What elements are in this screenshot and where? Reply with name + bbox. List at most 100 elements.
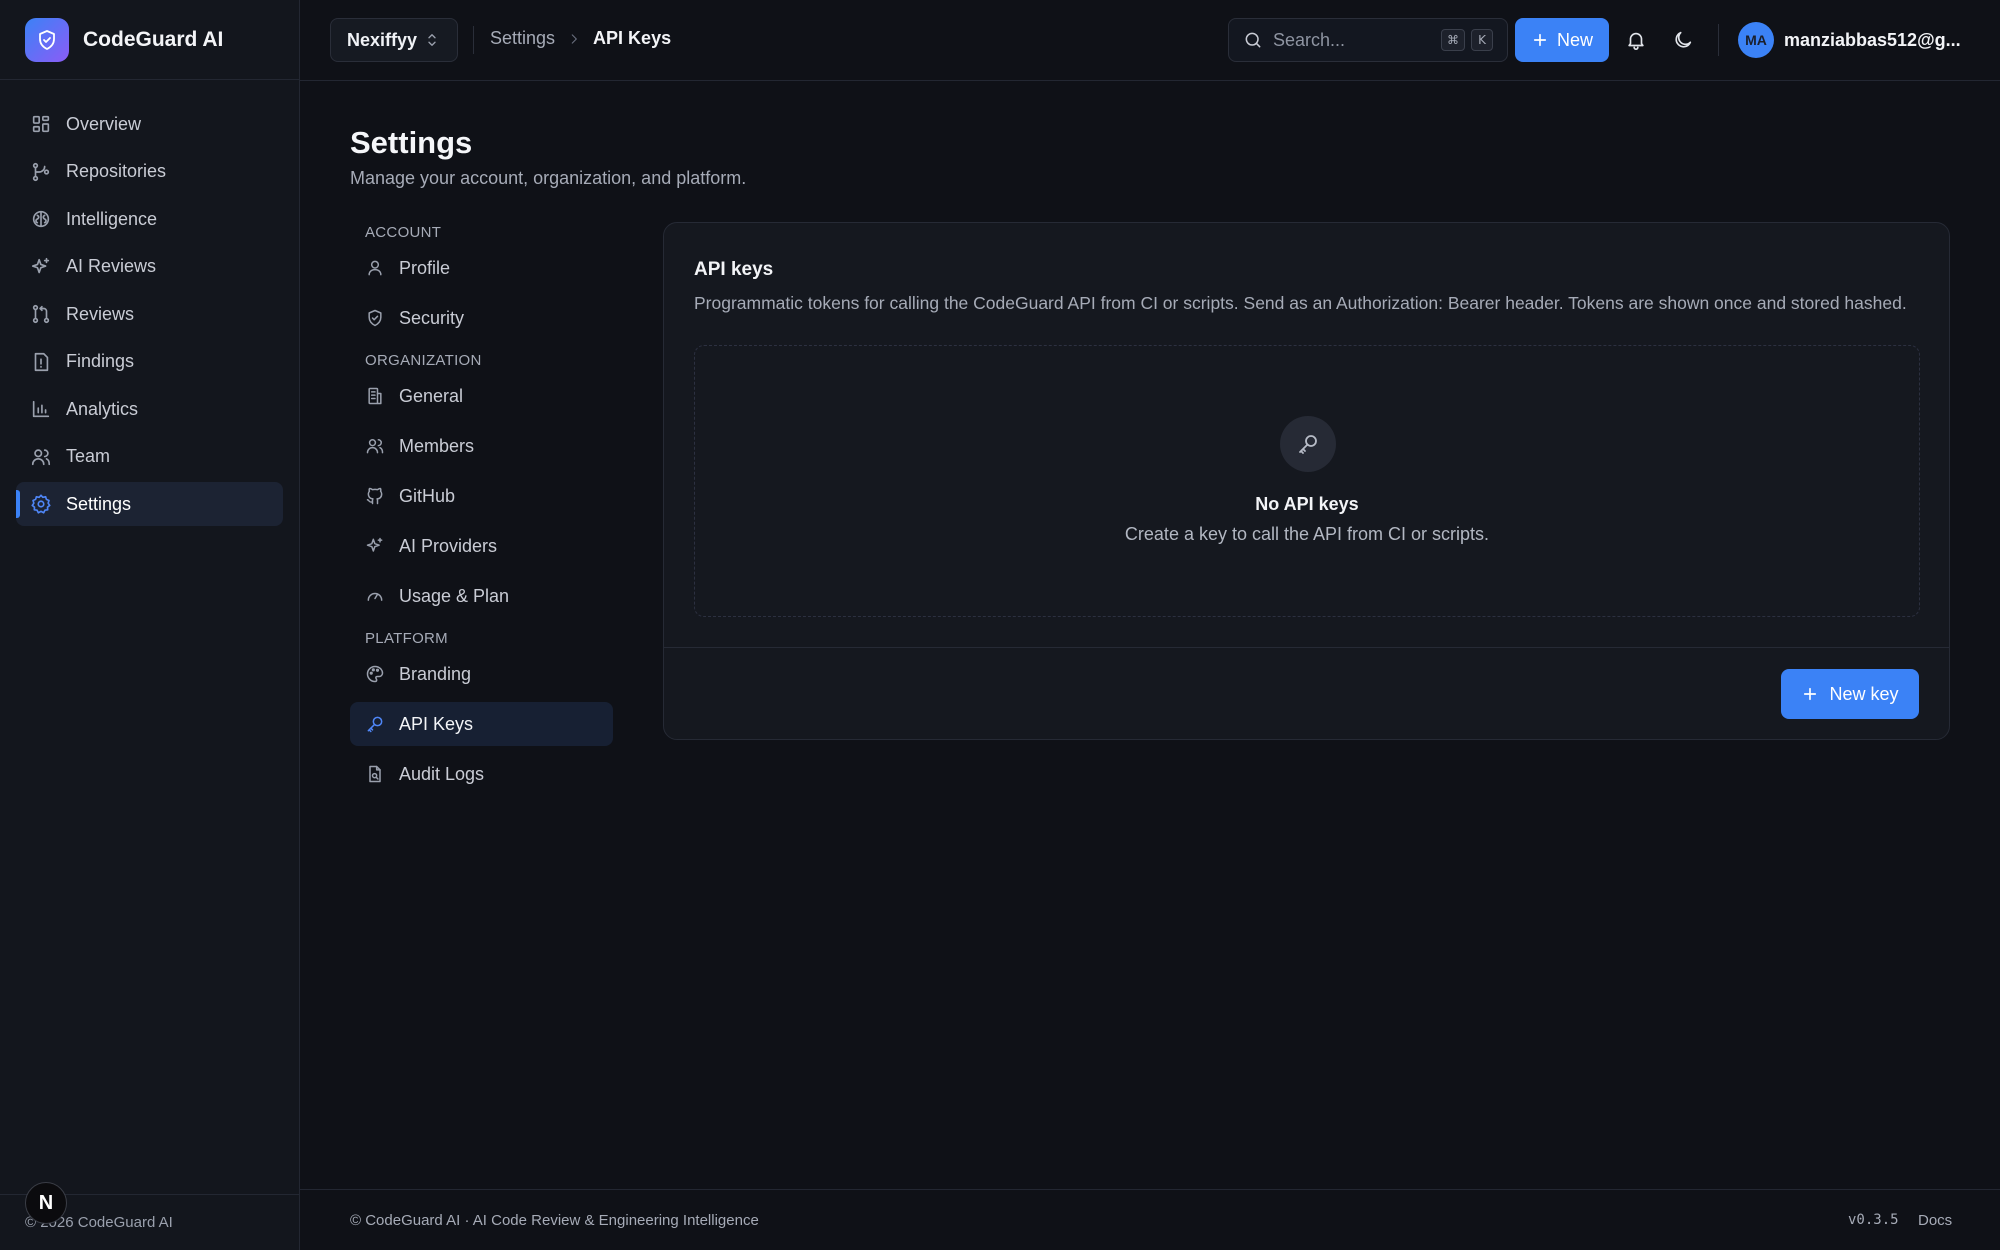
new-button-label: New (1556, 29, 1593, 50)
sidebar-item-label: Repositories (66, 161, 167, 181)
sidebar-item-label: Reviews (66, 303, 135, 324)
empty-state-subtitle: Create a key to call the API from CI or … (1124, 524, 1490, 544)
settings-item-label: Security (399, 307, 465, 328)
card-description: Programmatic tokens for calling the Code… (694, 293, 1907, 313)
shield-icon (365, 308, 399, 328)
alert-file-icon (30, 351, 66, 373)
api-keys-card: API keys Programmatic tokens for calling… (663, 222, 1950, 740)
settings-item-label: GitHub (399, 485, 456, 506)
sidebar-item-label: Intelligence (66, 208, 158, 229)
user-email: manziabbas512@g... (1784, 29, 1961, 50)
sidebar-item-intelligence[interactable]: Intelligence (16, 197, 283, 241)
settings-item-label: Members (399, 435, 475, 456)
settings-item-ai-providers[interactable]: AI Providers (350, 524, 613, 568)
settings-item-audit-logs[interactable]: Audit Logs (350, 752, 613, 796)
settings-nav: ACCOUNT Profile Security ORGANIZATION Ge… (350, 218, 613, 802)
sidebar-item-ai-reviews[interactable]: AI Reviews (16, 245, 283, 289)
settings-item-usage-plan[interactable]: Usage & Plan (350, 574, 613, 618)
kbd-command: ⌘ (1441, 29, 1465, 51)
divider (1718, 24, 1719, 56)
brain-icon (30, 208, 66, 230)
page-subtitle: Manage your account, organization, and p… (350, 168, 747, 188)
settings-item-profile[interactable]: Profile (350, 246, 613, 290)
git-branch-icon (30, 161, 66, 183)
breadcrumb-current: API Keys (593, 28, 672, 48)
new-button[interactable]: New (1515, 18, 1609, 62)
settings-item-github[interactable]: GitHub (350, 474, 613, 518)
settings-group-label: ACCOUNT (365, 223, 442, 241)
search-input[interactable]: Search... ⌘ K (1228, 18, 1508, 62)
users-icon (30, 446, 66, 468)
gear-icon (30, 493, 66, 515)
bell-icon (1625, 29, 1647, 51)
sidebar-item-label: Findings (66, 351, 135, 371)
sparkles-icon (365, 536, 399, 556)
divider (664, 647, 1949, 648)
sidebar-item-label: Team (66, 446, 111, 466)
org-name: Nexiffyy (347, 29, 418, 50)
key-icon (1280, 416, 1336, 472)
sidebar-item-reviews[interactable]: Reviews (16, 292, 283, 336)
version-label: v0.3.5 (1848, 1212, 1899, 1228)
topbar: Nexiffyy Settings API Keys Search... ⌘ K… (300, 0, 2000, 81)
footer: © CodeGuard AI · AI Code Review & Engine… (300, 1189, 2000, 1250)
user-icon (365, 258, 399, 278)
settings-item-label: General (399, 385, 464, 406)
search-icon (1243, 30, 1273, 50)
users-icon (365, 436, 399, 456)
settings-item-general[interactable]: General (350, 374, 613, 418)
palette-icon (365, 664, 399, 684)
settings-group-label: ORGANIZATION (365, 351, 482, 369)
sidebar-item-findings[interactable]: Findings (16, 340, 283, 384)
brand[interactable]: CodeGuard AI (0, 0, 299, 80)
moon-icon (1672, 29, 1694, 51)
settings-item-label: API Keys (399, 713, 474, 734)
settings-item-label: Audit Logs (399, 763, 485, 784)
settings-item-label: Branding (399, 663, 472, 684)
settings-group-label: PLATFORM (365, 629, 448, 647)
plus-icon (1801, 685, 1829, 703)
sidebar-item-overview[interactable]: Overview (16, 102, 283, 146)
avatar: MA (1738, 22, 1774, 58)
grid-icon (30, 113, 66, 135)
docs-link[interactable]: Docs (1918, 1212, 1952, 1229)
gauge-icon (365, 586, 399, 606)
sidebar-item-repositories[interactable]: Repositories (16, 150, 283, 194)
settings-item-label: AI Providers (399, 535, 498, 556)
breadcrumb-settings[interactable]: Settings (490, 28, 555, 49)
search-placeholder: Search... (1273, 29, 1346, 50)
github-icon (365, 486, 399, 506)
page-title: Settings (350, 125, 473, 160)
user-menu[interactable]: MA manziabbas512@g... (1738, 22, 1961, 58)
settings-item-api-keys[interactable]: API Keys (350, 702, 613, 746)
plus-icon (1531, 31, 1557, 49)
card-title: API keys (694, 259, 774, 280)
breadcrumb: Settings API Keys (490, 28, 671, 49)
settings-item-security[interactable]: Security (350, 296, 613, 340)
dev-badge[interactable]: N (25, 1182, 67, 1224)
git-pull-request-icon (30, 303, 66, 325)
new-key-button[interactable]: New key (1781, 669, 1919, 719)
notifications-button[interactable] (1625, 29, 1647, 51)
new-key-button-label: New key (1829, 683, 1899, 704)
settings-item-branding[interactable]: Branding (350, 652, 613, 696)
sidebar-item-team[interactable]: Team (16, 435, 283, 479)
org-switcher[interactable]: Nexiffyy (330, 18, 458, 62)
shield-logo-icon (25, 17, 69, 62)
building-icon (365, 386, 399, 406)
chevron-right-icon (555, 32, 593, 46)
key-icon (365, 714, 399, 734)
divider (473, 26, 474, 54)
sidebar: CodeGuard AI Overview Repositories Intel… (0, 0, 300, 1250)
settings-item-members[interactable]: Members (350, 424, 613, 468)
sidebar-item-settings[interactable]: Settings (16, 482, 283, 526)
brand-name: CodeGuard AI (83, 27, 224, 51)
empty-state-title: No API keys (1255, 494, 1359, 514)
main-nav: Overview Repositories Intelligence AI Re… (0, 80, 299, 526)
chevrons-up-down-icon (423, 31, 441, 49)
sidebar-item-analytics[interactable]: Analytics (16, 387, 283, 431)
theme-toggle[interactable] (1672, 29, 1694, 51)
bar-chart-icon (30, 398, 66, 420)
sidebar-item-label: Settings (66, 493, 132, 514)
sparkles-icon (30, 256, 66, 278)
